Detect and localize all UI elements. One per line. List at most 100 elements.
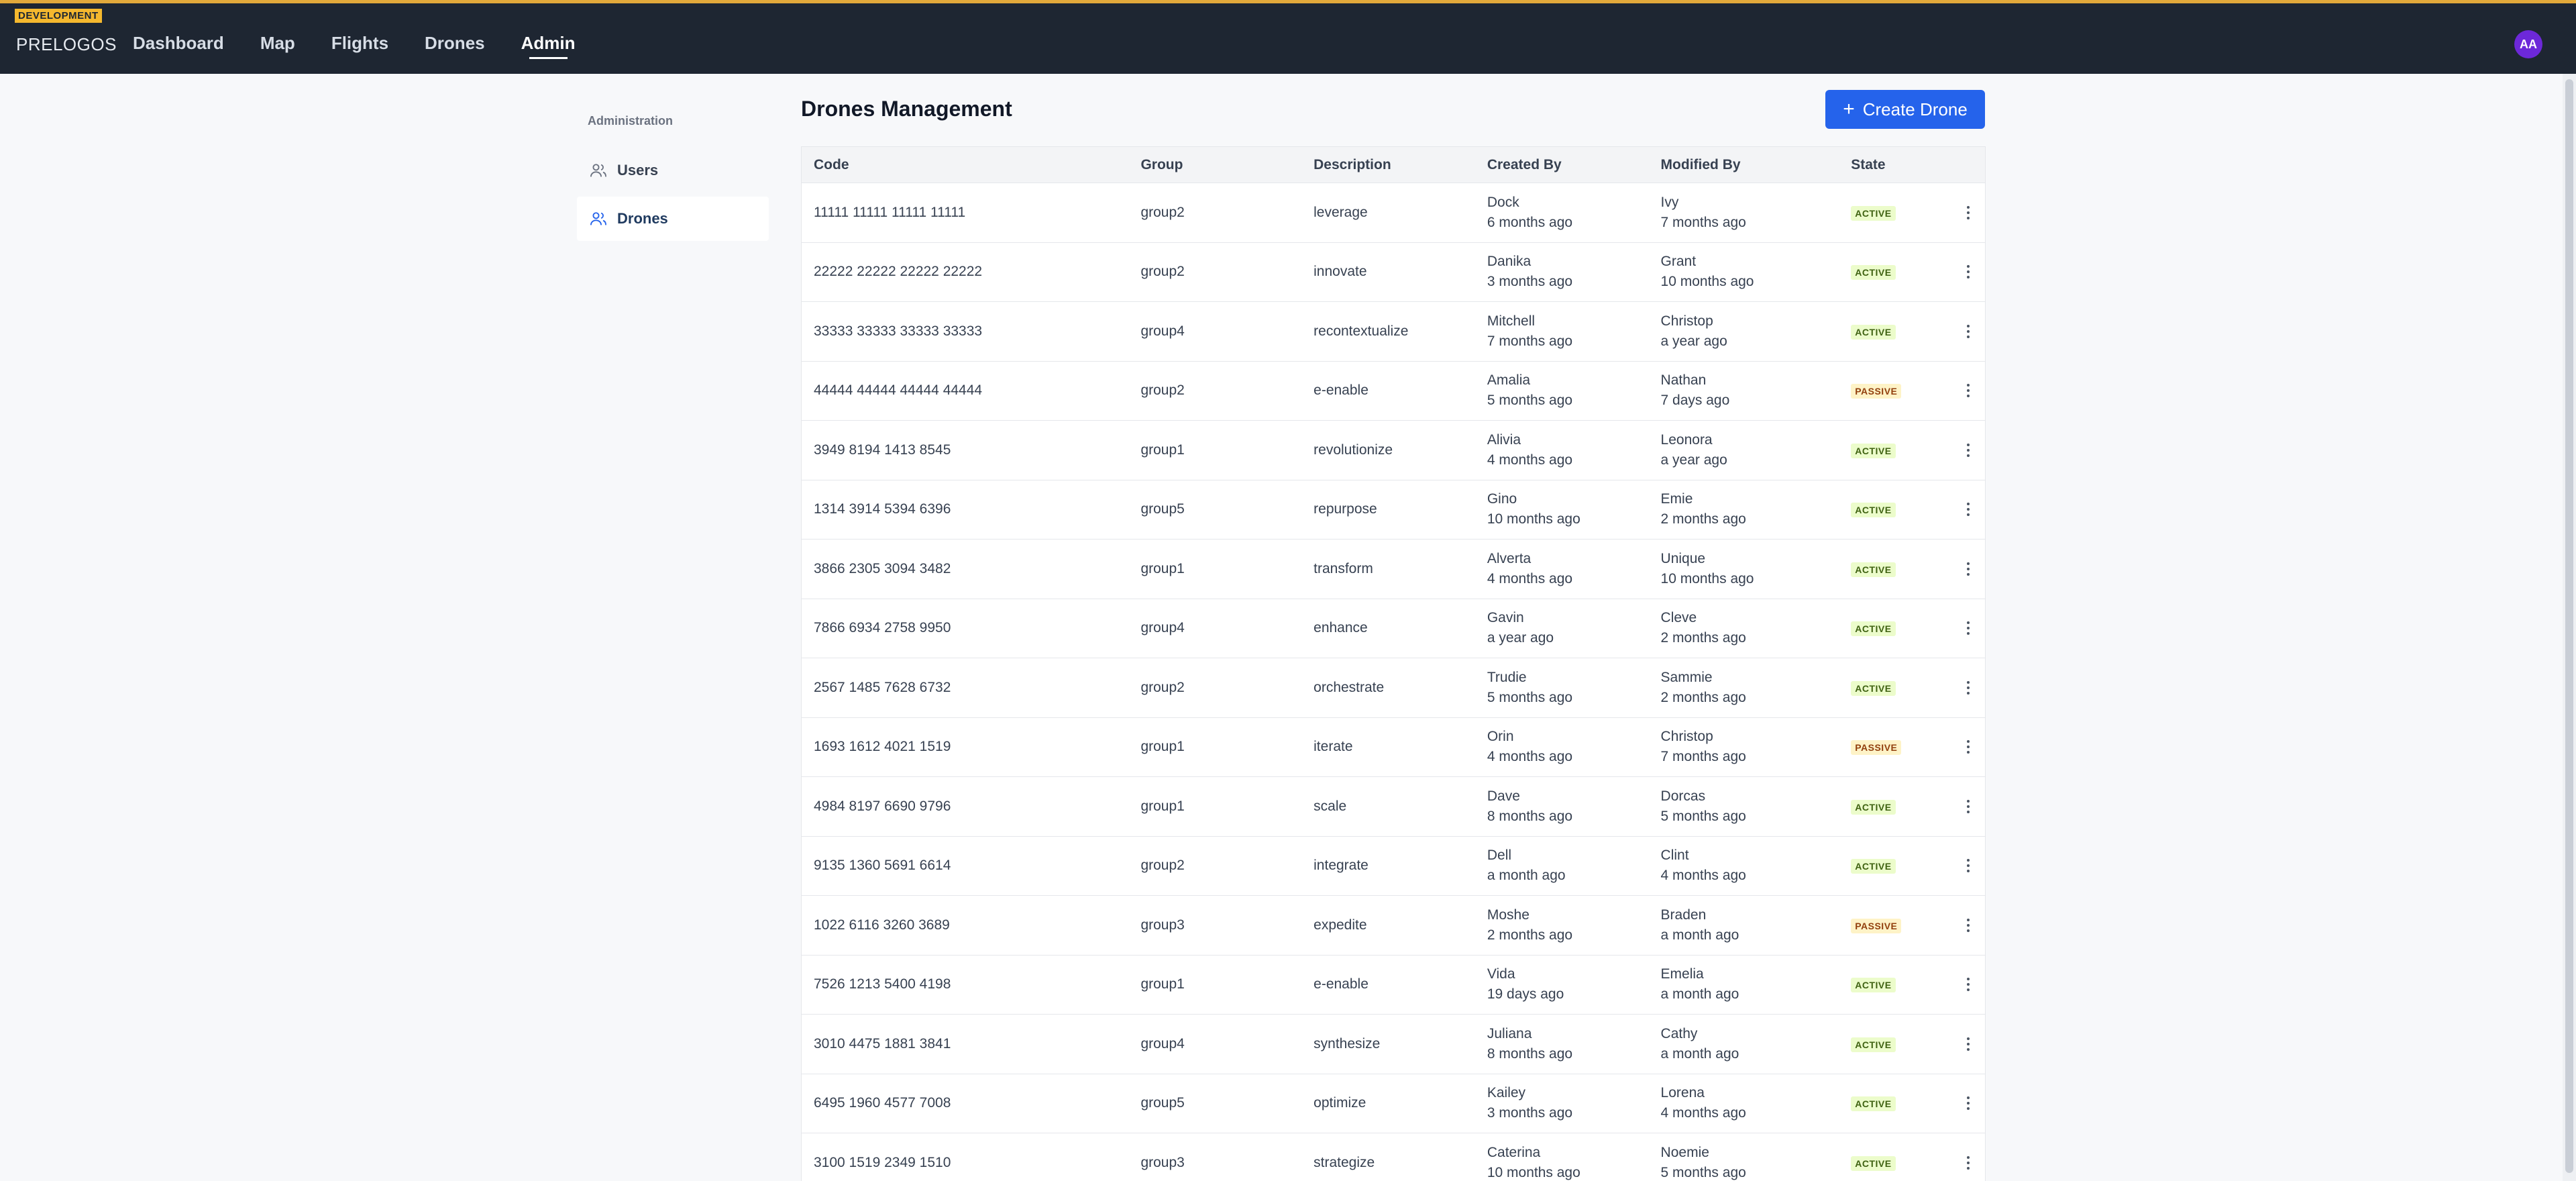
- cell-modified-by: Emie 2 months ago: [1661, 489, 1851, 529]
- table-row[interactable]: 6495 1960 4577 7008 group5 optimize Kail…: [802, 1074, 1985, 1133]
- nav-admin[interactable]: Admin: [521, 33, 576, 59]
- nav-flights[interactable]: Flights: [331, 33, 388, 59]
- table-body: 11111 11111 11111 11111 group2 leverage …: [802, 183, 1985, 1181]
- more-options-icon[interactable]: [1963, 1033, 1974, 1055]
- cell-group: group5: [1140, 501, 1185, 517]
- users-icon: [590, 164, 607, 177]
- modified-at: 2 months ago: [1660, 511, 1746, 527]
- table-row[interactable]: 9135 1360 5691 6614 group2 integrate Del…: [802, 837, 1985, 896]
- sidebar-item-drones[interactable]: Drones: [577, 197, 769, 241]
- table-row[interactable]: 3866 2305 3094 3482 group1 transform Alv…: [802, 540, 1985, 599]
- more-options-icon[interactable]: [1963, 796, 1974, 817]
- table-row[interactable]: 3100 1519 2349 1510 group3 strategize Ca…: [802, 1133, 1985, 1181]
- more-options-icon[interactable]: [1963, 677, 1974, 699]
- table-row[interactable]: 22222 22222 22222 22222 group2 innovate …: [802, 243, 1985, 302]
- column-header-code[interactable]: Code: [802, 157, 1140, 173]
- column-header-created-by[interactable]: Created By: [1487, 157, 1661, 173]
- table-row[interactable]: 44444 44444 44444 44444 group2 e-enable …: [802, 362, 1985, 421]
- column-header-description[interactable]: Description: [1313, 157, 1487, 173]
- cell-group: group3: [1140, 917, 1185, 933]
- more-options-icon[interactable]: [1963, 321, 1974, 342]
- cell-actions: [1951, 558, 1985, 580]
- created-by-name: Amalia: [1487, 372, 1531, 389]
- more-options-icon[interactable]: [1963, 617, 1974, 639]
- table-row[interactable]: 1314 3914 5394 6396 group5 repurpose Gin…: [802, 480, 1985, 540]
- table-row[interactable]: 2567 1485 7628 6732 group2 orchestrate T…: [802, 658, 1985, 718]
- cell-state: ACTIVE: [1851, 501, 1951, 518]
- more-options-icon[interactable]: [1963, 380, 1974, 401]
- cell-description: innovate: [1313, 264, 1367, 280]
- modified-by-name: Lorena: [1660, 1085, 1705, 1101]
- cell-actions: [1951, 321, 1985, 342]
- created-at: 19 days ago: [1487, 986, 1564, 1003]
- created-at: 2 months ago: [1487, 927, 1573, 943]
- table-row[interactable]: 3010 4475 1881 3841 group4 synthesize Ju…: [802, 1015, 1985, 1074]
- cell-group: group2: [1140, 679, 1185, 695]
- modified-by-name: Emie: [1660, 491, 1693, 507]
- cell-actions: [1951, 261, 1985, 283]
- column-header-state[interactable]: State: [1851, 157, 1951, 173]
- column-header-group[interactable]: Group: [1140, 157, 1313, 173]
- table-row[interactable]: 4984 8197 6690 9796 group1 scale Dave 8 …: [802, 777, 1985, 837]
- status-badge: ACTIVE: [1851, 265, 1896, 280]
- cell-code: 7866 6934 2758 9950: [814, 620, 951, 636]
- more-options-icon[interactable]: [1963, 974, 1974, 995]
- cell-code: 22222 22222 22222 22222: [814, 264, 983, 280]
- cell-created-by: Alverta 4 months ago: [1487, 549, 1661, 589]
- nav-drones[interactable]: Drones: [425, 33, 485, 59]
- modified-at: 10 months ago: [1660, 570, 1754, 586]
- table-row[interactable]: 3949 8194 1413 8545 group1 revolutionize…: [802, 421, 1985, 480]
- more-options-icon[interactable]: [1963, 202, 1974, 223]
- modified-by-name: Clint: [1660, 848, 1689, 864]
- cell-description: e-enable: [1313, 976, 1368, 992]
- more-options-icon[interactable]: [1963, 1152, 1974, 1174]
- cell-created-by: Trudie 5 months ago: [1487, 668, 1661, 708]
- status-badge: PASSIVE: [1851, 740, 1902, 756]
- more-options-icon[interactable]: [1963, 261, 1974, 283]
- nav-dashboard[interactable]: Dashboard: [133, 33, 224, 59]
- cell-state: ACTIVE: [1851, 442, 1951, 458]
- more-options-icon[interactable]: [1963, 440, 1974, 461]
- more-options-icon[interactable]: [1963, 1092, 1974, 1114]
- sidebar-item-users[interactable]: Users: [577, 148, 769, 193]
- user-avatar[interactable]: AA: [2514, 30, 2542, 58]
- column-header-modified-by[interactable]: Modified By: [1661, 157, 1851, 173]
- cell-actions: [1951, 440, 1985, 461]
- created-at: 8 months ago: [1487, 808, 1573, 824]
- cell-group: group1: [1140, 442, 1185, 458]
- cell-state: ACTIVE: [1851, 323, 1951, 340]
- brand-logo[interactable]: PRELOGOS: [16, 34, 117, 55]
- more-options-icon[interactable]: [1963, 558, 1974, 580]
- create-drone-button[interactable]: + Create Drone: [1825, 90, 1985, 129]
- cell-code: 1693 1612 4021 1519: [814, 739, 951, 755]
- modified-at: a month ago: [1660, 927, 1739, 943]
- table-row[interactable]: 1693 1612 4021 1519 group1 iterate Orin …: [802, 718, 1985, 777]
- table-row[interactable]: 1022 6116 3260 3689 group3 expedite Mosh…: [802, 896, 1985, 956]
- table-row[interactable]: 11111 11111 11111 11111 group2 leverage …: [802, 183, 1985, 243]
- created-at: 6 months ago: [1487, 214, 1573, 230]
- cell-code: 2567 1485 7628 6732: [814, 679, 951, 695]
- more-options-icon[interactable]: [1963, 499, 1974, 520]
- scrollbar-thumb[interactable]: [2565, 79, 2573, 1173]
- cell-created-by: Danika 3 months ago: [1487, 252, 1661, 292]
- cell-description: transform: [1313, 560, 1373, 576]
- table-row[interactable]: 7866 6934 2758 9950 group4 enhance Gavin…: [802, 599, 1985, 658]
- nav-map[interactable]: Map: [260, 33, 295, 59]
- more-options-icon[interactable]: [1963, 855, 1974, 876]
- created-at: 10 months ago: [1487, 1164, 1580, 1180]
- page-title: Drones Management: [801, 97, 1012, 121]
- cell-description: enhance: [1313, 620, 1368, 636]
- cell-modified-by: Clint 4 months ago: [1661, 845, 1851, 886]
- status-badge: PASSIVE: [1851, 918, 1902, 933]
- cell-description: scale: [1313, 798, 1347, 814]
- more-options-icon[interactable]: [1963, 915, 1974, 936]
- cell-modified-by: Braden a month ago: [1661, 905, 1851, 945]
- modified-by-name: Ivy: [1660, 194, 1679, 210]
- table-row[interactable]: 33333 33333 33333 33333 group4 recontext…: [802, 302, 1985, 362]
- more-options-icon[interactable]: [1963, 736, 1974, 758]
- cell-description: leverage: [1313, 204, 1368, 220]
- created-at: a month ago: [1487, 868, 1566, 884]
- table-row[interactable]: 7526 1213 5400 4198 group1 e-enable Vida…: [802, 956, 1985, 1015]
- created-at: 4 months ago: [1487, 749, 1573, 765]
- created-at: a year ago: [1487, 630, 1554, 646]
